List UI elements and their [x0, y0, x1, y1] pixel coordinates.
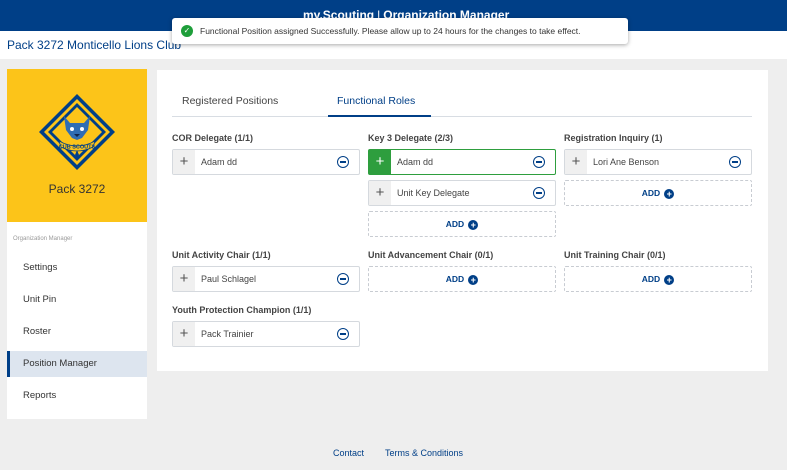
slot-member-name: Pack Trainier [201, 329, 254, 339]
pack-title: Pack 3272 [48, 182, 106, 196]
remove-circle-icon[interactable] [729, 156, 741, 168]
group-title-unit-training-chair: Unit Training Chair (0/1) [564, 250, 666, 260]
slot-registration-inquiry-1[interactable]: + Lori Ane Benson [564, 149, 752, 175]
tab-functional-roles[interactable]: Functional Roles [337, 95, 415, 107]
footer-terms-link[interactable]: Terms & Conditions [385, 448, 463, 458]
slot-key3-delegate-2[interactable]: + Unit Key Delegate [368, 180, 556, 206]
sidebar-item-reports[interactable]: Reports [7, 383, 147, 409]
plus-icon[interactable]: + [369, 150, 391, 174]
plus-icon[interactable]: + [369, 181, 391, 205]
group-title-unit-activity-chair: Unit Activity Chair (1/1) [172, 250, 271, 260]
add-circle-icon: + [664, 274, 675, 285]
add-circle-icon: + [468, 274, 479, 285]
add-circle-icon: + [664, 188, 675, 199]
plus-icon[interactable]: + [565, 150, 587, 174]
group-title-unit-advancement-chair: Unit Advancement Chair (0/1) [368, 250, 494, 260]
slot-member-name: Adam dd [397, 157, 434, 167]
unit-logo-panel: CUB SCOUTS Pack 3272 [7, 69, 147, 222]
slot-unit-activity-chair-1[interactable]: + Paul Schlagel [172, 266, 360, 292]
add-label: ADD [641, 274, 661, 284]
toast-message: Functional Position assigned Successfull… [200, 26, 581, 36]
remove-circle-icon[interactable] [337, 273, 349, 285]
add-unit-training-chair-button[interactable]: ADD + [564, 266, 752, 292]
sidebar-item-roster[interactable]: Roster [7, 319, 147, 345]
sidebar-item-position-manager[interactable]: Position Manager [7, 351, 147, 377]
svg-text:CUB SCOUTS: CUB SCOUTS [59, 145, 96, 151]
slot-member-name: Adam dd [201, 157, 238, 167]
sidebar-item-settings[interactable]: Settings [7, 255, 147, 281]
group-title-youth-protection-champion: Youth Protection Champion (1/1) [172, 305, 312, 315]
plus-icon[interactable]: + [173, 150, 195, 174]
sidebar-section-label: Organization Manager [13, 236, 73, 242]
group-title-cor-delegate: COR Delegate (1/1) [172, 133, 254, 143]
remove-circle-icon[interactable] [533, 156, 545, 168]
add-label: ADD [445, 274, 465, 284]
group-title-key3-delegate: Key 3 Delegate (2/3) [368, 133, 454, 143]
sidebar: CUB SCOUTS Pack 3272 Organization Manage… [7, 69, 147, 419]
group-title-registration-inquiry: Registration Inquiry (1) [564, 133, 663, 143]
slot-cor-delegate-1[interactable]: + Adam dd [172, 149, 360, 175]
remove-circle-icon[interactable] [337, 156, 349, 168]
active-tab-indicator [328, 115, 431, 117]
add-circle-icon: + [468, 219, 479, 230]
sidebar-item-unit-pin[interactable]: Unit Pin [7, 287, 147, 313]
cub-scouts-logo: CUB SCOUTS [39, 94, 115, 170]
add-label: ADD [445, 219, 465, 229]
success-toast: ✓ Functional Position assigned Successfu… [172, 18, 628, 44]
add-label: ADD [641, 188, 661, 198]
position-manager-panel: Registered Positions Functional Roles CO… [157, 70, 768, 371]
check-circle-icon: ✓ [181, 25, 193, 37]
tab-registered-positions[interactable]: Registered Positions [182, 95, 278, 107]
tab-bar: Registered Positions Functional Roles [172, 88, 752, 117]
remove-circle-icon[interactable] [337, 328, 349, 340]
plus-icon[interactable]: + [173, 267, 195, 291]
unit-name: Pack 3272 Monticello Lions Club [7, 38, 182, 52]
add-key3-delegate-button[interactable]: ADD + [368, 211, 556, 237]
slot-key3-delegate-1[interactable]: + Adam dd [368, 149, 556, 175]
footer-contact-link[interactable]: Contact [333, 448, 364, 458]
slot-member-name: Unit Key Delegate [397, 188, 470, 198]
plus-icon[interactable]: + [173, 322, 195, 346]
add-unit-advancement-chair-button[interactable]: ADD + [368, 266, 556, 292]
slot-youth-protection-champion-1[interactable]: + Pack Trainier [172, 321, 360, 347]
add-registration-inquiry-button[interactable]: ADD + [564, 180, 752, 206]
slot-member-name: Paul Schlagel [201, 274, 257, 284]
slot-member-name: Lori Ane Benson [593, 157, 660, 167]
remove-circle-icon[interactable] [533, 187, 545, 199]
